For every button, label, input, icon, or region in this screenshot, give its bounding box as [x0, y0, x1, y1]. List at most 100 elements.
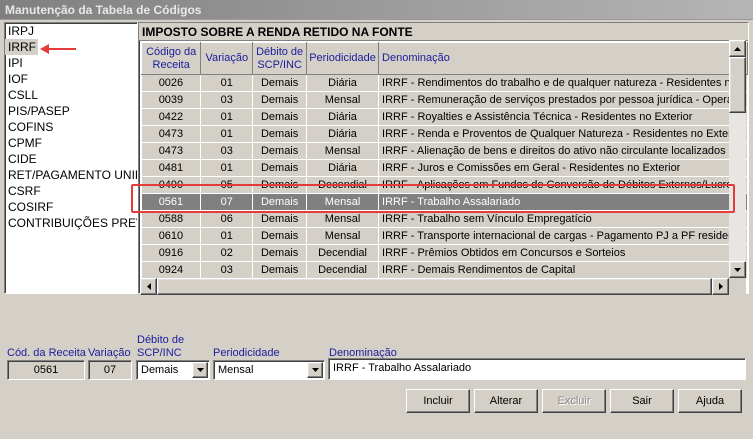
table-row[interactable]: 0026 01 Demais Diária IRRF - Rendimentos do … — [141, 74, 748, 92]
table-cell: 0924 — [141, 261, 202, 279]
horizontal-scrollbar[interactable] — [140, 278, 729, 295]
debito-label-line2: SCP/INC — [137, 347, 182, 359]
table-cell: IRRF - Prêmios Obtidos em Concursos e So… — [378, 244, 748, 262]
table-cell: Mensal — [306, 227, 380, 245]
table-cell: 05 — [200, 176, 254, 194]
table-row[interactable]: 0490 05 Demais Decendial IRRF - Aplicações e… — [141, 176, 748, 194]
debito-dropdown-button[interactable] — [192, 362, 208, 378]
scroll-down-button[interactable] — [729, 261, 746, 278]
denominacao-field[interactable]: IRRF - Trabalho Assalariado — [328, 358, 746, 380]
table-cell: Demais — [252, 74, 308, 92]
codes-grid-panel: IMPOSTO SOBRE A RENDA RETIDO NA FONTE Có… — [138, 22, 749, 294]
table-cell: Diária — [306, 108, 380, 126]
arrow-right-icon — [718, 283, 723, 290]
table-cell: Demais — [252, 210, 308, 228]
periodicidade-dropdown-button[interactable] — [307, 362, 323, 378]
table-row[interactable]: 0473 03 Demais Mensal IRRF - Alienação de be… — [141, 142, 748, 160]
table-cell: Demais — [252, 227, 308, 245]
table-cell: Demais — [252, 159, 308, 177]
list-item[interactable]: COSIRF — [5, 199, 137, 215]
variacao-field[interactable]: 07 — [88, 360, 132, 380]
column-header-variacao[interactable]: Variação — [200, 42, 254, 75]
sair-button-label: Sair — [632, 395, 652, 407]
table-cell: Diária — [306, 159, 380, 177]
table-cell: Decendial — [306, 176, 380, 194]
table-header-row: Código da Receita Variação Débito de SCP… — [140, 42, 748, 75]
list-item[interactable]: CIDE — [5, 151, 137, 167]
table-row[interactable]: 0039 03 Demais Mensal IRRF - Remuneração de … — [141, 91, 748, 109]
table-cell: Demais — [252, 261, 308, 279]
ajuda-button[interactable]: Ajuda — [678, 389, 742, 413]
scroll-right-button[interactable] — [712, 278, 729, 295]
list-item[interactable]: IRPJ — [5, 23, 137, 39]
scroll-left-button[interactable] — [140, 278, 157, 295]
column-header-denominacao[interactable]: Denominação — [378, 42, 748, 75]
column-header-periodicidade[interactable]: Periodicidade — [306, 42, 380, 75]
table-row[interactable]: 0610 01 Demais Mensal IRRF - Transporte inte… — [141, 227, 748, 245]
table-cell: IRRF - Transporte internacional de carga… — [378, 227, 748, 245]
list-item[interactable]: CPMF — [5, 135, 137, 151]
vertical-scrollbar[interactable] — [729, 40, 746, 278]
periodicidade-label: Periodicidade — [213, 347, 280, 359]
window-title: Manutenção da Tabela de Códigos — [0, 0, 753, 20]
table-cell: IRRF - Remuneração de serviços prestados… — [378, 91, 748, 109]
table-row[interactable]: 0481 01 Demais Diária IRRF - Juros e Comissõ… — [141, 159, 748, 177]
list-item[interactable]: PIS/PASEP — [5, 103, 137, 119]
table-cell: 03 — [200, 142, 254, 160]
list-item[interactable]: CONTRIBUIÇÕES PREVID — [5, 215, 137, 231]
table-cell: Mensal — [306, 210, 380, 228]
table-row[interactable]: 0916 02 Demais Decendial IRRF - Prêmios Obti… — [141, 244, 748, 262]
table-cell: Mensal — [306, 91, 380, 109]
excluir-button[interactable]: Excluir — [542, 389, 606, 413]
table-cell: Diária — [306, 74, 380, 92]
column-header-codigo[interactable]: Código da Receita — [140, 42, 202, 75]
list-item[interactable]: RET/PAGAMENTO UNIFI — [5, 167, 137, 183]
table-row[interactable]: 0588 06 Demais Mensal IRRF - Trabalho sem Ví… — [141, 210, 748, 228]
list-item[interactable]: IOF — [5, 71, 137, 87]
table-cell: IRRF - Royalties e Assistência Técnica -… — [378, 108, 748, 126]
table-cell: 0610 — [141, 227, 202, 245]
table-cell: Mensal — [306, 193, 380, 211]
list-item[interactable]: CSRF — [5, 183, 137, 199]
periodicidade-select-value: Mensal — [218, 364, 254, 376]
chevron-down-icon — [196, 368, 204, 372]
table-cell: 01 — [200, 159, 254, 177]
cod-receita-field[interactable]: 0561 — [7, 360, 85, 380]
vertical-scroll-thumb[interactable] — [729, 57, 746, 113]
list-item[interactable]: IPI — [5, 55, 137, 71]
cod-receita-label: Cód. da Receita — [7, 347, 86, 359]
excluir-button-label: Excluir — [557, 395, 591, 407]
table-row[interactable]: 0561 07 Demais Mensal IRRF - Trabalho Assala… — [141, 193, 748, 211]
table-cell: 01 — [200, 125, 254, 143]
grid-title: IMPOSTO SOBRE A RENDA RETIDO NA FONTE — [139, 23, 748, 41]
table-cell: 0473 — [141, 125, 202, 143]
table-cell: IRRF - Trabalho Assalariado — [378, 193, 748, 211]
table-cell: 01 — [200, 74, 254, 92]
scroll-up-button[interactable] — [729, 40, 746, 57]
scrollbar-corner — [729, 278, 746, 295]
incluir-button[interactable]: Incluir — [406, 389, 470, 413]
sair-button[interactable]: Sair — [610, 389, 674, 413]
arrow-down-icon — [734, 267, 741, 272]
table-cell: 01 — [200, 227, 254, 245]
table-row[interactable]: 0422 01 Demais Diária IRRF - Royalties e Ass… — [141, 108, 748, 126]
horizontal-scroll-thumb[interactable] — [157, 278, 712, 295]
table-row[interactable]: 0924 03 Demais Decendial IRRF - Demais Rendi… — [141, 261, 748, 279]
table-cell: 0422 — [141, 108, 202, 126]
table-cell: IRRF - Demais Rendimentos de Capital — [378, 261, 748, 279]
table-row[interactable]: 0473 01 Demais Diária IRRF - Renda e Provent… — [141, 125, 748, 143]
category-list[interactable]: IRPJ IRRF IPI IOF CSLL PIS/PASEP COFINS CPMF CID… — [4, 22, 138, 294]
list-item[interactable]: CSLL — [5, 87, 137, 103]
alterar-button[interactable]: Alterar — [474, 389, 538, 413]
table-cell: 0490 — [141, 176, 202, 194]
list-item[interactable]: COFINS — [5, 119, 137, 135]
incluir-button-label: Incluir — [423, 395, 453, 407]
table-cell: 0481 — [141, 159, 202, 177]
column-header-debito[interactable]: Débito de SCP/INC — [252, 42, 308, 75]
table-cell: IRRF - Alienação de bens e direitos do a… — [378, 142, 748, 160]
table-cell: Demais — [252, 193, 308, 211]
table-cell: Decendial — [306, 244, 380, 262]
table-cell: 03 — [200, 261, 254, 279]
table-cell: IRRF - Renda e Proventos de Qualquer Nat… — [378, 125, 748, 143]
list-item[interactable]: IRRF — [5, 39, 38, 55]
